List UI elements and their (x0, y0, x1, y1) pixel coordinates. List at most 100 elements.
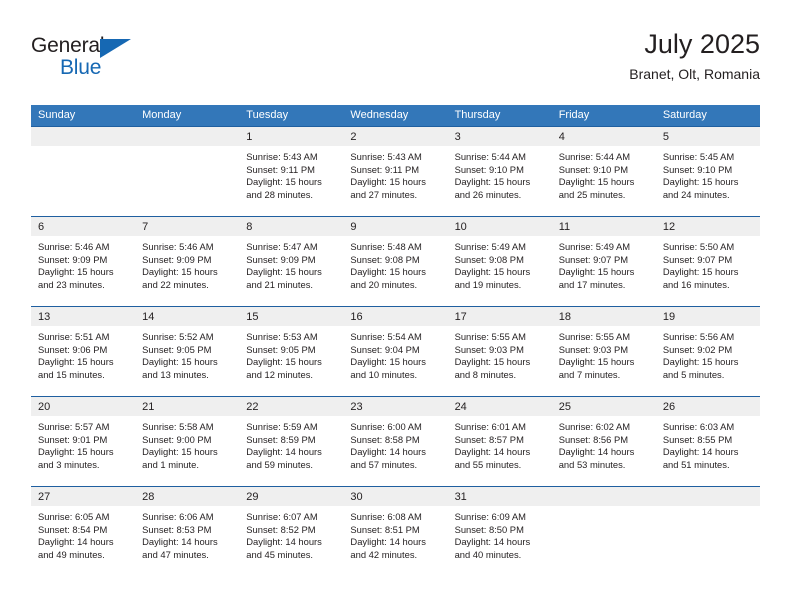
day-cell[interactable]: 12 Sunrise: 5:50 AM Sunset: 9:07 PM Dayl… (655, 217, 760, 306)
daylight-text-line2: and 26 minutes. (454, 188, 522, 200)
day-number-band: 15 (239, 307, 344, 326)
day-cell[interactable]: 13 Sunrise: 5:51 AM Sunset: 9:06 PM Dayl… (31, 307, 136, 396)
day-cell[interactable]: 20 Sunrise: 5:57 AM Sunset: 9:01 PM Dayl… (31, 397, 136, 486)
day-details: Sunrise: 6:02 AM Sunset: 8:56 PM Dayligh… (552, 416, 656, 471)
day-cell[interactable] (31, 127, 136, 216)
daylight-text-line1: Daylight: 15 hours (662, 356, 739, 368)
day-number-band (135, 127, 240, 146)
day-cell[interactable]: 21 Sunrise: 5:58 AM Sunset: 9:00 PM Dayl… (135, 397, 240, 486)
sunset-text: Sunset: 9:09 PM (142, 253, 212, 265)
day-cell[interactable]: 3 Sunrise: 5:44 AM Sunset: 9:10 PM Dayli… (447, 127, 552, 216)
day-cell[interactable] (551, 487, 656, 576)
sunset-text: Sunset: 9:09 PM (246, 253, 316, 265)
daylight-text-line2: and 7 minutes. (558, 368, 621, 380)
day-cell[interactable]: 24 Sunrise: 6:01 AM Sunset: 8:57 PM Dayl… (447, 397, 552, 486)
sunrise-text: Sunrise: 5:55 AM (454, 331, 526, 342)
day-cell[interactable]: 22 Sunrise: 5:59 AM Sunset: 8:59 PM Dayl… (239, 397, 344, 486)
weekday-header-tuesday: Tuesday (246, 109, 289, 121)
day-cell[interactable] (655, 487, 760, 576)
sunset-text: Sunset: 8:53 PM (142, 523, 212, 535)
day-details (135, 146, 239, 151)
day-details: Sunrise: 5:46 AM Sunset: 9:09 PM Dayligh… (31, 236, 135, 291)
day-cell[interactable]: 31 Sunrise: 6:09 AM Sunset: 8:50 PM Dayl… (447, 487, 552, 576)
sunrise-text: Sunrise: 5:49 AM (454, 241, 526, 252)
weekday-header-sunday: Sunday (38, 109, 76, 121)
day-number-band: 6 (31, 217, 136, 236)
day-number-band: 24 (447, 397, 552, 416)
sunset-text: Sunset: 9:10 PM (662, 163, 733, 175)
daylight-text-line2: and 5 minutes. (662, 368, 725, 380)
daylight-text-line1: Daylight: 14 hours (246, 446, 322, 458)
day-cell[interactable]: 1 Sunrise: 5:43 AM Sunset: 9:11 PM Dayli… (239, 127, 344, 216)
day-details: Sunrise: 5:59 AM Sunset: 8:59 PM Dayligh… (239, 416, 343, 471)
day-cell[interactable]: 23 Sunrise: 6:00 AM Sunset: 8:58 PM Dayl… (343, 397, 448, 486)
day-cell[interactable]: 14 Sunrise: 5:52 AM Sunset: 9:05 PM Dayl… (135, 307, 240, 396)
sunset-text: Sunset: 9:10 PM (558, 163, 629, 175)
general-blue-logo[interactable]: General Blue (31, 34, 191, 86)
day-details: Sunrise: 6:06 AM Sunset: 8:53 PM Dayligh… (135, 506, 239, 561)
day-details: Sunrise: 5:46 AM Sunset: 9:09 PM Dayligh… (135, 236, 239, 291)
sunrise-text: Sunrise: 5:53 AM (246, 331, 318, 342)
day-cell[interactable]: 10 Sunrise: 5:49 AM Sunset: 9:08 PM Dayl… (447, 217, 552, 306)
day-cell[interactable] (135, 127, 240, 216)
day-cell[interactable]: 25 Sunrise: 6:02 AM Sunset: 8:56 PM Dayl… (551, 397, 656, 486)
daylight-text-line2: and 59 minutes. (246, 458, 313, 470)
day-cell[interactable]: 2 Sunrise: 5:43 AM Sunset: 9:11 PM Dayli… (343, 127, 448, 216)
sunrise-text: Sunrise: 5:49 AM (558, 241, 631, 252)
daylight-text-line2: and 47 minutes. (142, 548, 209, 560)
daylight-text-line2: and 17 minutes. (558, 278, 626, 290)
day-number-band (655, 487, 760, 506)
day-number-band: 17 (447, 307, 552, 326)
sunrise-text: Sunrise: 5:51 AM (38, 331, 110, 342)
day-number-band: 27 (31, 487, 136, 506)
sunset-text: Sunset: 9:00 PM (142, 433, 212, 445)
day-cell[interactable]: 8 Sunrise: 5:47 AM Sunset: 9:09 PM Dayli… (239, 217, 344, 306)
day-cell[interactable]: 9 Sunrise: 5:48 AM Sunset: 9:08 PM Dayli… (343, 217, 448, 306)
day-cell[interactable]: 11 Sunrise: 5:49 AM Sunset: 9:07 PM Dayl… (551, 217, 656, 306)
day-number-band: 5 (655, 127, 760, 146)
daylight-text-line1: Daylight: 15 hours (662, 176, 739, 188)
calendar-table: Sunday Monday Tuesday Wednesday Thursday… (31, 105, 760, 576)
day-cell[interactable]: 29 Sunrise: 6:07 AM Sunset: 8:52 PM Dayl… (239, 487, 344, 576)
day-cell[interactable]: 16 Sunrise: 5:54 AM Sunset: 9:04 PM Dayl… (343, 307, 448, 396)
day-details (656, 506, 760, 511)
day-cell[interactable]: 6 Sunrise: 5:46 AM Sunset: 9:09 PM Dayli… (31, 217, 136, 306)
daylight-text-line1: Daylight: 14 hours (558, 446, 635, 458)
day-cell[interactable]: 4 Sunrise: 5:44 AM Sunset: 9:10 PM Dayli… (551, 127, 656, 216)
day-cell[interactable]: 17 Sunrise: 5:55 AM Sunset: 9:03 PM Dayl… (447, 307, 552, 396)
daylight-text-line1: Daylight: 15 hours (38, 266, 114, 278)
daylight-text-line1: Daylight: 15 hours (662, 266, 739, 278)
day-cell[interactable]: 18 Sunrise: 5:55 AM Sunset: 9:03 PM Dayl… (551, 307, 656, 396)
day-number: 10 (454, 221, 467, 233)
daylight-text-line1: Daylight: 15 hours (558, 176, 635, 188)
day-cell[interactable]: 7 Sunrise: 5:46 AM Sunset: 9:09 PM Dayli… (135, 217, 240, 306)
day-number: 20 (38, 401, 51, 413)
day-cell[interactable]: 26 Sunrise: 6:03 AM Sunset: 8:55 PM Dayl… (655, 397, 760, 486)
sunrise-text: Sunrise: 6:05 AM (38, 511, 110, 522)
daylight-text-line2: and 51 minutes. (662, 458, 730, 470)
logo-text-blue: Blue (60, 56, 102, 79)
sunset-text: Sunset: 9:05 PM (246, 343, 316, 355)
day-cell[interactable]: 19 Sunrise: 5:56 AM Sunset: 9:02 PM Dayl… (655, 307, 760, 396)
daylight-text-line1: Daylight: 15 hours (38, 446, 114, 458)
day-number-band: 4 (551, 127, 656, 146)
daylight-text-line1: Daylight: 15 hours (350, 266, 426, 278)
day-details: Sunrise: 5:49 AM Sunset: 9:07 PM Dayligh… (552, 236, 656, 291)
day-cell[interactable]: 15 Sunrise: 5:53 AM Sunset: 9:05 PM Dayl… (239, 307, 344, 396)
day-cell[interactable]: 27 Sunrise: 6:05 AM Sunset: 8:54 PM Dayl… (31, 487, 136, 576)
day-number: 18 (558, 311, 571, 323)
day-number-band: 23 (343, 397, 448, 416)
sunrise-text: Sunrise: 5:43 AM (350, 151, 422, 162)
day-number-band: 26 (655, 397, 760, 416)
day-cell[interactable]: 28 Sunrise: 6:06 AM Sunset: 8:53 PM Dayl… (135, 487, 240, 576)
daylight-text-line1: Daylight: 14 hours (350, 446, 426, 458)
daylight-text-line1: Daylight: 15 hours (558, 266, 635, 278)
day-number: 13 (38, 311, 51, 323)
day-cell[interactable]: 5 Sunrise: 5:45 AM Sunset: 9:10 PM Dayli… (655, 127, 760, 216)
day-number-band: 12 (655, 217, 760, 236)
daylight-text-line2: and 22 minutes. (142, 278, 209, 290)
day-cell[interactable]: 30 Sunrise: 6:08 AM Sunset: 8:51 PM Dayl… (343, 487, 448, 576)
sunset-text: Sunset: 9:01 PM (38, 433, 108, 445)
sunrise-text: Sunrise: 5:52 AM (142, 331, 214, 342)
day-number: 3 (454, 131, 461, 143)
